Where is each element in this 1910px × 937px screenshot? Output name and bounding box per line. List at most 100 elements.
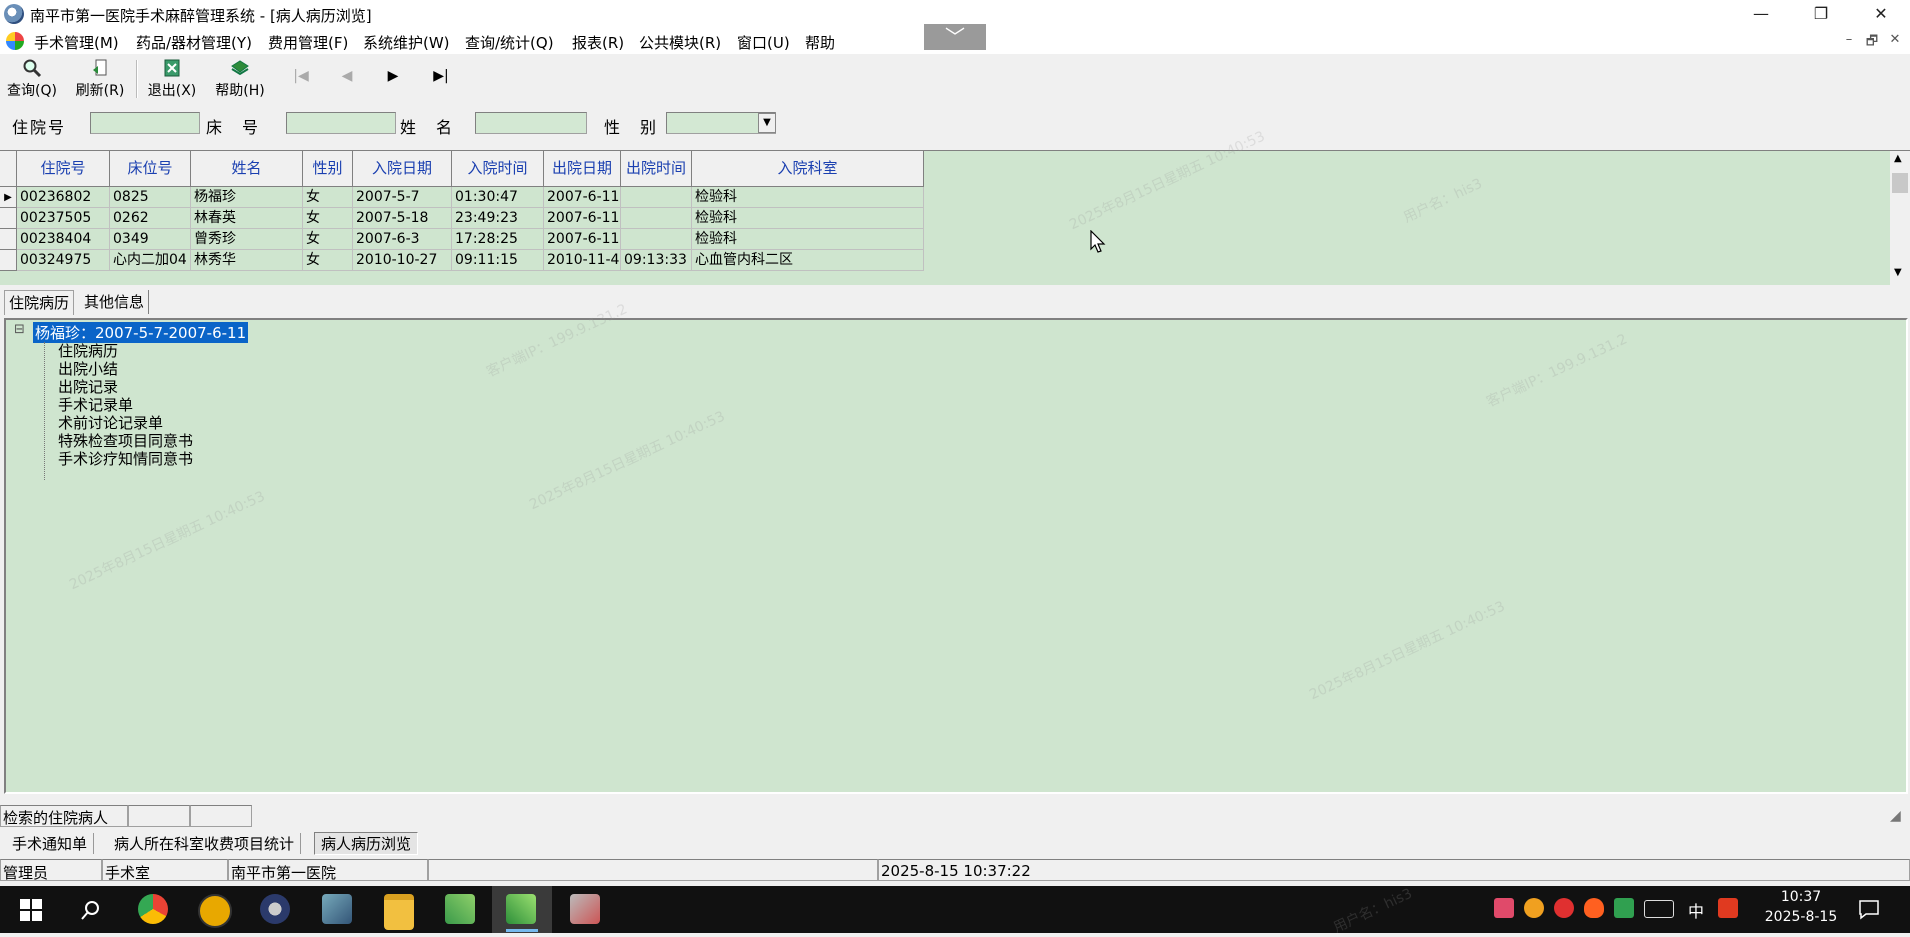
chrome-icon[interactable] [138, 894, 168, 924]
menu-query-stats[interactable]: 查询/统计(Q) [465, 32, 554, 53]
mdi-restore-button[interactable]: 🗗 [1861, 32, 1883, 50]
table-row[interactable]: 00324975 心内二加04 林秀华 女 2010-10-27 09:11:1… [17, 250, 924, 271]
chevron-down-icon[interactable]: ▼ [758, 113, 776, 133]
resize-grip-icon[interactable]: ◢ [1890, 808, 1901, 824]
cell [621, 229, 692, 250]
mdi-close-button[interactable]: ✕ [1884, 32, 1906, 50]
settings-app-icon[interactable] [570, 894, 600, 924]
column-header[interactable]: 入院日期 [353, 151, 452, 187]
cell: 2007-5-7 [353, 187, 452, 208]
tab-other-info[interactable]: 其他信息 [80, 290, 150, 314]
menu-window[interactable]: 窗口(U) [737, 32, 790, 53]
column-header[interactable]: 入院时间 [452, 151, 544, 187]
cell: 2007-5-18 [353, 208, 452, 229]
tab-inpatient-record[interactable]: 住院病历 [4, 290, 75, 315]
folder-icon[interactable] [384, 894, 414, 930]
column-header[interactable]: 住院号 [17, 151, 110, 187]
column-header[interactable]: 入院科室 [692, 151, 924, 187]
menu-surgery[interactable]: 手术管理(M) [34, 32, 119, 53]
window-close-button[interactable]: ✕ [1858, 0, 1904, 28]
cell: 2007-6-11 [544, 187, 621, 208]
clock-time[interactable]: 10:37 [1766, 889, 1836, 905]
menu-common-modules[interactable]: 公共模块(R) [639, 32, 721, 53]
bed-input[interactable] [286, 112, 396, 134]
cell: 心内二加04 [110, 250, 191, 271]
row-selector[interactable] [0, 208, 17, 229]
nav-prev-button[interactable]: ◀ [336, 68, 358, 90]
exit-button[interactable]: 退出(X) [146, 58, 198, 102]
window-tab-dept-fee-stats[interactable]: 病人所在科室收费项目统计 [108, 833, 302, 854]
browser-e-icon[interactable] [198, 894, 232, 928]
column-header[interactable]: 床位号 [110, 151, 191, 187]
cell: 林秀华 [191, 250, 303, 271]
scroll-down-icon[interactable]: ▼ [1894, 267, 1902, 278]
magnifier-icon [23, 59, 42, 78]
search-icon[interactable] [80, 899, 102, 921]
menu-reports[interactable]: 报表(R) [572, 32, 624, 53]
refresh-button[interactable]: 刷新(R) [74, 58, 126, 102]
row-selector[interactable] [0, 229, 17, 250]
collapse-node-icon[interactable]: ⊟ [14, 322, 25, 337]
column-header[interactable]: 姓名 [191, 151, 303, 187]
cell: 00237505 [17, 208, 110, 229]
column-header[interactable]: 出院时间 [621, 151, 692, 187]
column-header[interactable]: 出院日期 [544, 151, 621, 187]
keyboard-icon[interactable] [1644, 900, 1674, 918]
window-tab-surgery-notice[interactable]: 手术通知单 [6, 833, 95, 854]
cell: 0349 [110, 229, 191, 250]
scroll-up-icon[interactable]: ▲ [1894, 153, 1902, 164]
cell: 09:13:33 [621, 250, 692, 271]
admission-no-input[interactable] [90, 112, 200, 134]
toolbar-separator [136, 60, 138, 98]
window-minimize-button[interactable]: — [1738, 0, 1784, 28]
help-label: 帮助(H) [215, 83, 265, 99]
table-row[interactable]: 00238404 0349 曾秀珍 女 2007-6-3 17:28:25 20… [17, 229, 924, 250]
name-label: 姓 名 [400, 118, 455, 137]
help-button[interactable]: 帮助(H) [214, 58, 266, 102]
row-selector[interactable] [0, 250, 17, 271]
ime-indicator[interactable]: 中 [1688, 898, 1704, 922]
exit-label: 退出(X) [147, 83, 197, 99]
menu-system-maintenance[interactable]: 系统维护(W) [363, 32, 450, 53]
tray-app-icon[interactable] [1524, 898, 1544, 918]
search-status-row: 检索的住院病人 ◢ [0, 804, 1910, 828]
nav-next-button[interactable]: ▶ [382, 68, 404, 90]
cell: 检验科 [692, 187, 924, 208]
query-label: 查询(Q) [7, 83, 57, 99]
tray-app-icon[interactable] [1494, 898, 1514, 918]
nav-last-button[interactable]: ▶| [430, 68, 452, 90]
menu-fees[interactable]: 费用管理(F) [268, 32, 348, 53]
clock-date[interactable]: 2025-8-15 [1756, 909, 1846, 925]
table-row[interactable]: 00236802 0825 杨福珍 女 2007-5-7 01:30:47 20… [17, 187, 924, 208]
sogou-ime-icon[interactable] [1718, 898, 1738, 918]
window-tab-record-browser[interactable]: 病人病历浏览 [314, 832, 419, 855]
document-app-icon[interactable] [322, 894, 352, 924]
grid-scrollbar[interactable]: ▲ ▼ [1890, 151, 1910, 285]
app-menu-icon[interactable] [6, 32, 24, 50]
anesthesia-app-icon[interactable] [445, 894, 475, 924]
current-row-indicator[interactable]: ▶ [0, 187, 17, 208]
tree-item[interactable]: 手术诊疗知情同意书 [58, 448, 193, 469]
query-button[interactable]: 查询(Q) [6, 58, 58, 102]
scroll-thumb[interactable] [1892, 173, 1908, 193]
nav-first-button[interactable]: |◀ [290, 68, 312, 90]
menu-help[interactable]: 帮助 [805, 32, 835, 53]
mouse-cursor-icon [1090, 230, 1106, 253]
anesthesia-app-active-icon[interactable] [506, 894, 536, 924]
windows-start-icon[interactable] [20, 899, 42, 921]
name-input[interactable] [475, 112, 587, 134]
cell: 2007-6-11 [544, 208, 621, 229]
chevron-down-icon[interactable]: ﹀ [924, 24, 986, 50]
table-row[interactable]: 00237505 0262 林春英 女 2007-5-18 23:49:23 2… [17, 208, 924, 229]
mdi-minimize-button[interactable]: – [1838, 32, 1860, 50]
tray-security-icon[interactable] [1554, 898, 1574, 918]
menu-drugs-equipment[interactable]: 药品/器材管理(Y) [136, 32, 252, 53]
column-header[interactable]: 性别 [303, 151, 353, 187]
tray-flame-icon[interactable] [1584, 898, 1604, 918]
window-tab-bar: 手术通知单 病人所在科室收费项目统计 病人病历浏览 [0, 830, 1910, 856]
tray-app-icon[interactable] [1614, 898, 1634, 918]
window-restore-button[interactable]: ❐ [1798, 0, 1844, 28]
notification-icon[interactable] [1858, 898, 1880, 920]
compass-app-icon[interactable] [260, 894, 290, 924]
active-indicator [506, 929, 538, 932]
